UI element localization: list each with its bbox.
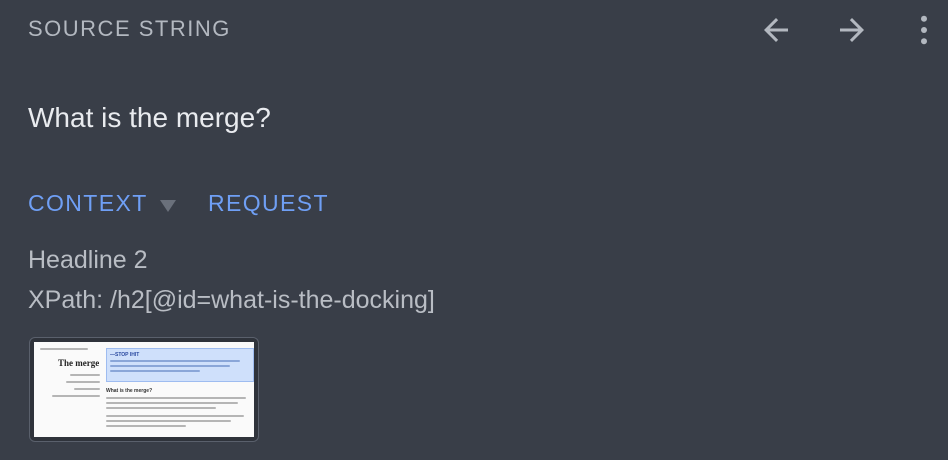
preview-line: [106, 407, 216, 409]
source-string-text: What is the merge?: [28, 102, 271, 133]
more-options-button[interactable]: [904, 10, 944, 50]
header-actions: [718, 0, 948, 60]
tab-request[interactable]: REQUEST: [208, 190, 329, 217]
preview-nav-title: The merge: [58, 358, 100, 368]
preview-line: [52, 395, 100, 397]
screenshot-preview: The merge —ЅТОР ІНІТ What is the merge?: [34, 342, 254, 437]
caret-down-icon[interactable]: [159, 199, 177, 213]
preview-line: [70, 374, 100, 376]
preview-line: [74, 388, 100, 390]
context-element-type: Headline 2: [28, 246, 148, 274]
preview-line: [110, 360, 240, 362]
preview-line: [106, 402, 238, 404]
arrow-back-icon: [764, 18, 788, 42]
preview-sidebar: The merge: [40, 348, 102, 402]
context-screenshot-thumbnail[interactable]: The merge —ЅТОР ІНІТ What is the merge?: [29, 337, 259, 442]
preview-line: [66, 381, 100, 383]
context-xpath: XPath: /h2[@id=what-is-the-docking]: [28, 286, 435, 314]
preview-highlight-box: —ЅТОР ІНІТ: [106, 348, 254, 382]
more-vert-icon: [921, 15, 927, 45]
preview-line: [110, 370, 200, 372]
section-title: SOURCE STRING: [28, 16, 231, 41]
preview-highlight-title: —ЅТОР ІНІТ: [110, 352, 140, 358]
preview-line: [106, 420, 231, 422]
preview-line: [106, 425, 186, 427]
previous-button[interactable]: [756, 10, 796, 50]
preview-line: [40, 348, 88, 350]
preview-body: What is the merge?: [106, 388, 252, 432]
arrow-forward-icon: [840, 18, 864, 42]
next-button[interactable]: [832, 10, 872, 50]
panel-header: SOURCE STRING: [28, 0, 948, 60]
preview-line: [106, 415, 244, 417]
tab-context[interactable]: CONTEXT: [28, 190, 148, 217]
preview-line: [106, 397, 246, 399]
preview-body-heading: What is the merge?: [106, 388, 153, 394]
preview-line: [110, 365, 230, 367]
